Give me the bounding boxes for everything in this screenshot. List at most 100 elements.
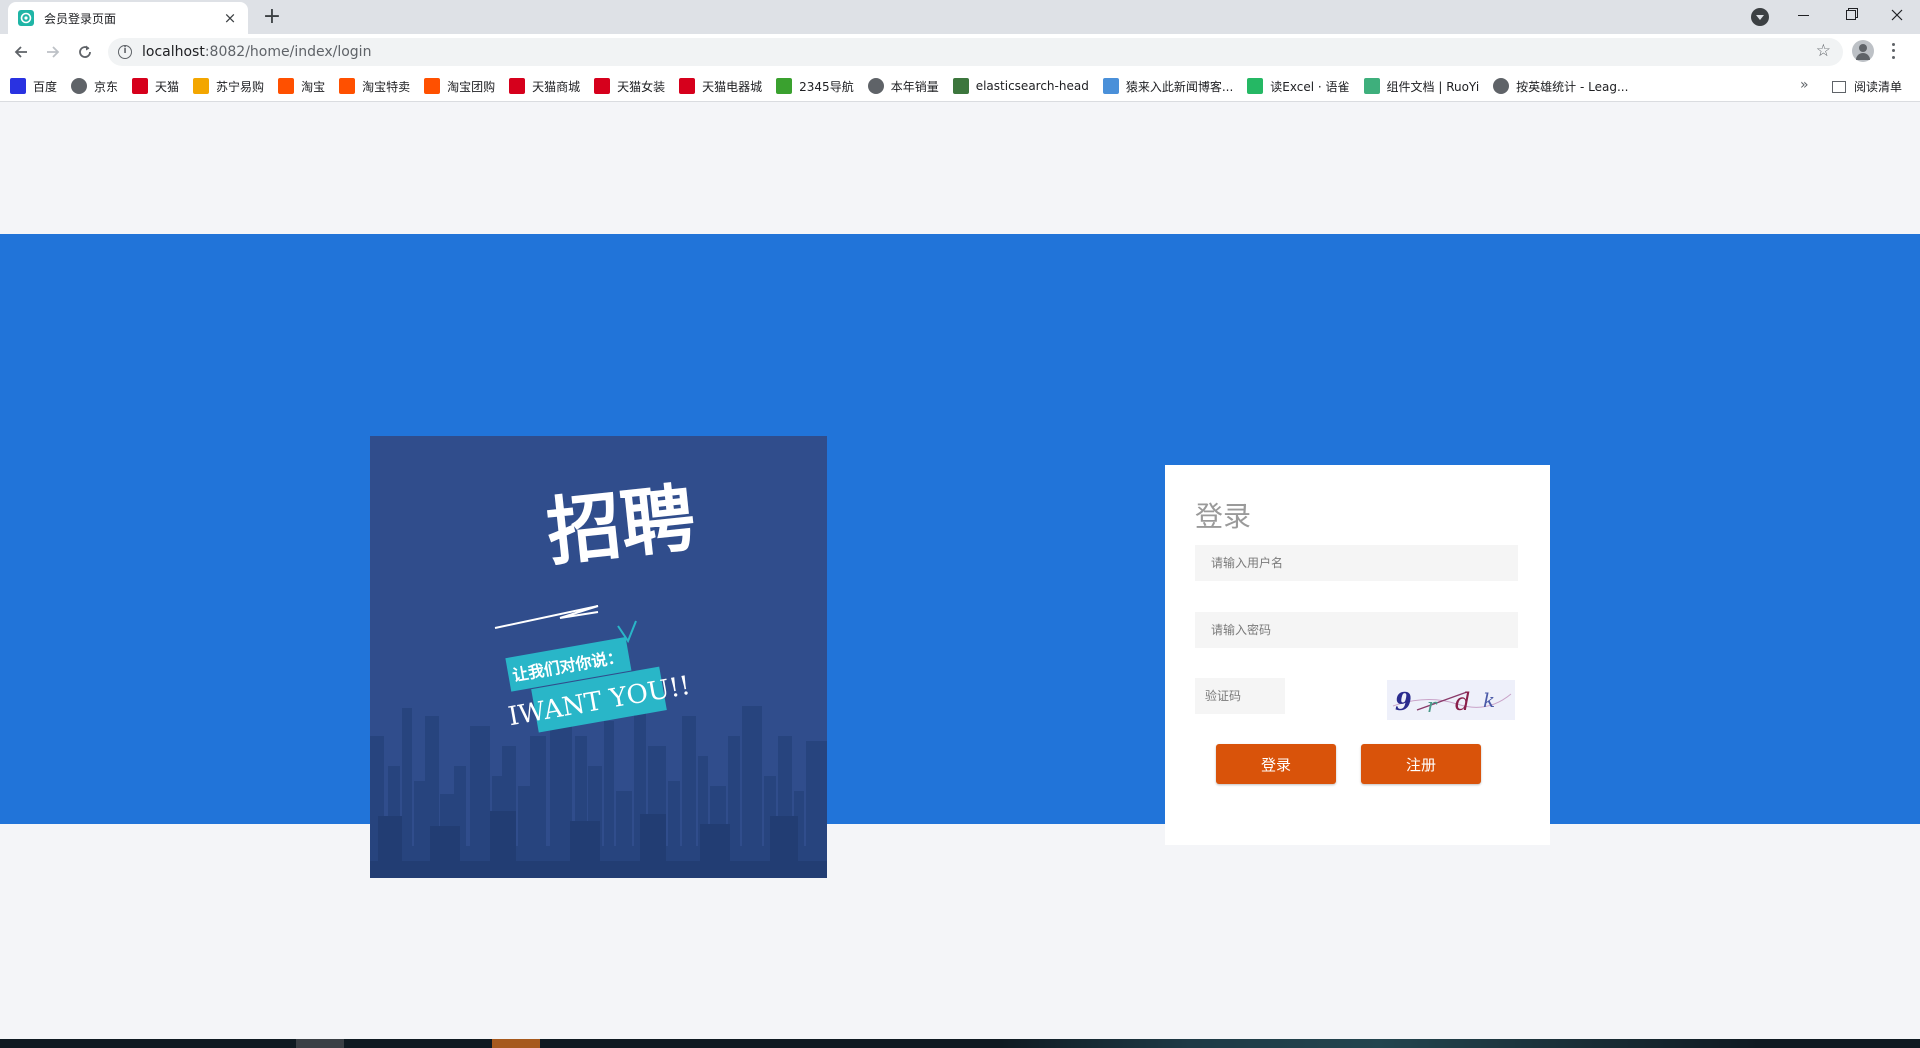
lightning-stroke-icon: [494, 605, 599, 629]
captcha-image[interactable]: 9 r d k: [1387, 680, 1515, 720]
restore-window-button[interactable]: [1828, 0, 1874, 30]
taobao-icon: [339, 78, 356, 94]
bookmark-label: 猿来入此新闻博客...: [1125, 79, 1234, 94]
baidu-paw-icon: [10, 78, 26, 94]
address-bar[interactable]: i localhost:8082/home/index/login ☆: [108, 38, 1843, 66]
bookmark-item[interactable]: elasticsearch-head: [952, 78, 1089, 94]
bookmark-label: 淘宝团购: [447, 79, 496, 94]
bookmark-item[interactable]: 淘宝团购: [424, 78, 495, 95]
bookmark-label: 淘宝特卖: [362, 79, 411, 94]
username-input[interactable]: [1195, 545, 1518, 581]
bookmark-item[interactable]: 读Excel · 语雀: [1247, 78, 1350, 95]
recruitment-poster: 招聘 让我们对你说： IWANT YOU!!: [370, 436, 827, 878]
recruitment-poster-graphic: 招聘 让我们对你说： IWANT YOU!!: [370, 475, 827, 878]
bookmarks-bar: 百度 京东 天猫 苏宁易购 淘宝 淘宝特卖 淘宝团购 天猫商城 天猫女装 天猫电器城 2345导航 本…: [0, 70, 1920, 102]
bookmark-item[interactable]: 天猫: [132, 78, 179, 95]
bookmark-item[interactable]: 天猫女装: [594, 78, 665, 95]
bookmark-label: 苏宁易购: [216, 79, 265, 94]
taskbar-app-icon[interactable]: [296, 1039, 344, 1048]
poster-banner: 让我们对你说： IWANT YOU!!: [505, 637, 693, 733]
close-icon: [1891, 9, 1903, 21]
taskbar-app-icon[interactable]: [492, 1039, 540, 1048]
captcha-char-1: 9: [1395, 687, 1412, 716]
bookmark-label: 2345导航: [799, 79, 854, 94]
tmall-icon: [509, 78, 526, 94]
bookmark-item[interactable]: 本年销量: [867, 78, 939, 95]
browser-menu-icon[interactable]: [1890, 41, 1896, 61]
bookmark-item[interactable]: 百度: [10, 78, 57, 95]
minimize-window-button[interactable]: [1780, 0, 1826, 30]
bookmark-label: 百度: [33, 79, 58, 94]
forward-button[interactable]: [39, 38, 67, 66]
bookmark-item[interactable]: 2345导航: [776, 78, 854, 95]
captcha-char-3: d: [1455, 688, 1470, 716]
reading-list-label: 阅读清单: [1854, 80, 1903, 94]
bookmark-label: 天猫: [155, 79, 180, 94]
close-window-button[interactable]: [1874, 0, 1920, 30]
browser-tab-active[interactable]: 会员登录页面 ×: [8, 2, 248, 34]
arrow-right-icon: [47, 46, 60, 58]
bookmark-label: 读Excel · 语雀: [1270, 79, 1350, 94]
tmall-icon: [679, 78, 696, 94]
bookmark-item[interactable]: 淘宝: [278, 78, 325, 95]
restore-icon: [1846, 10, 1856, 20]
site-info-icon[interactable]: i: [118, 45, 132, 59]
reload-button[interactable]: [71, 38, 99, 66]
back-button[interactable]: [7, 38, 35, 66]
reload-icon: [79, 45, 91, 58]
new-tab-button[interactable]: +: [258, 4, 286, 32]
bookmark-label: 淘宝: [301, 79, 326, 94]
bookmark-label: elasticsearch-head: [975, 79, 1089, 93]
tmall-icon: [594, 78, 611, 94]
bookmark-item[interactable]: 淘宝特卖: [339, 78, 410, 95]
bookmarks-list: 百度 京东 天猫 苏宁易购 淘宝 淘宝特卖 淘宝团购 天猫商城 天猫女装 天猫电器城 2345导航 本…: [10, 70, 1642, 102]
globe-icon: [71, 78, 88, 94]
bookmark-item[interactable]: 天猫电器城: [679, 78, 762, 95]
captcha-char-4: k: [1483, 688, 1495, 712]
login-hero-band: 招聘 让我们对你说： IWANT YOU!! 登录 请输入用户名 验证码 9 r…: [0, 234, 1920, 878]
bookmark-item[interactable]: 天猫商城: [509, 78, 580, 95]
minimize-icon: [1797, 14, 1809, 16]
poster-headline: 招聘: [543, 475, 699, 576]
captcha-input[interactable]: [1195, 678, 1285, 714]
browser-tab-strip: 会员登录页面 × +: [0, 0, 1920, 34]
tab-title: 会员登录页面: [44, 11, 117, 26]
taskbar-wallpaper-strip: [1000, 1039, 1760, 1048]
os-taskbar: [0, 1039, 1920, 1048]
tab-search-icon[interactable]: [1751, 8, 1769, 26]
password-input[interactable]: [1195, 612, 1518, 648]
captcha-char-2: r: [1427, 693, 1438, 717]
login-title: 登录: [1195, 500, 1252, 533]
yuque-icon: [1247, 78, 1264, 94]
login-card: 登录 9 r d k 登录 注册: [1165, 465, 1550, 845]
bookmark-label: 天猫女装: [617, 79, 666, 94]
taobao-icon: [424, 78, 441, 94]
browser-toolbar: i localhost:8082/home/index/login ☆: [0, 34, 1920, 70]
reading-list-button[interactable]: 阅读清单: [1832, 78, 1902, 95]
page-viewport: 招聘 让我们对你说： IWANT YOU!! 登录 请输入用户名 验证码 9 r…: [0, 103, 1920, 1039]
reading-list-icon: [1832, 80, 1846, 93]
profile-avatar-icon[interactable]: [1852, 40, 1874, 62]
register-button[interactable]: 注册: [1361, 744, 1481, 784]
globe-icon: [1493, 78, 1510, 94]
bookmarks-overflow-button[interactable]: »: [1800, 77, 1809, 93]
bookmark-item[interactable]: 组件文档 | RuoYi: [1363, 78, 1479, 95]
globe-icon: [867, 78, 884, 94]
2345-icon: [776, 78, 793, 94]
login-button[interactable]: 登录: [1216, 744, 1336, 784]
elastic-icon: [952, 78, 969, 94]
ruoyi-icon: [1363, 78, 1380, 94]
bookmark-item[interactable]: 猿来入此新闻博客...: [1102, 78, 1234, 95]
bookmark-label: 本年销量: [890, 79, 939, 94]
bookmark-label: 天猫电器城: [702, 79, 763, 94]
bookmark-item[interactable]: 苏宁易购: [193, 78, 264, 95]
url-host: localhost: [142, 44, 205, 60]
bookmark-item[interactable]: 按英雄统计 - Leag...: [1493, 78, 1628, 95]
url-path: :8082/home/index/login: [204, 44, 372, 60]
bookmark-item[interactable]: 京东: [71, 78, 118, 95]
bookmark-label: 按英雄统计 - Leag...: [1516, 79, 1629, 94]
taobao-icon: [278, 78, 295, 94]
close-tab-icon[interactable]: ×: [222, 10, 238, 26]
captcha-graphic: 9 r d k: [1392, 687, 1512, 717]
bookmark-star-icon[interactable]: ☆: [1816, 41, 1831, 61]
